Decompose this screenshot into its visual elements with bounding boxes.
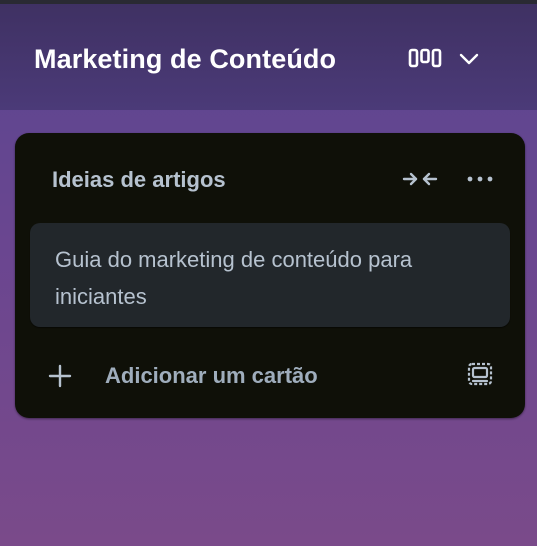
plus-icon	[48, 364, 72, 388]
list-more-options-button[interactable]	[463, 164, 497, 194]
list-title[interactable]: Ideias de artigos	[52, 167, 226, 193]
collapse-icon	[402, 172, 438, 186]
board-view-icon	[408, 48, 442, 68]
board-view-switcher[interactable]	[404, 42, 494, 78]
board-header: Marketing de Conteúdo	[0, 4, 537, 110]
board-title[interactable]: Marketing de Conteúdo	[34, 44, 336, 75]
collapse-list-button[interactable]	[400, 164, 440, 194]
add-card-label: Adicionar um cartão	[105, 363, 318, 388]
add-card-button[interactable]: Adicionar um cartão	[30, 351, 430, 401]
list-column: Ideias de artigos Guia do marketing de c…	[15, 133, 525, 418]
chevron-down-icon	[459, 53, 479, 65]
more-options-icon	[467, 176, 493, 182]
card-template-icon	[467, 362, 493, 386]
card[interactable]: Guia do marketing de conteúdo para inici…	[30, 223, 510, 327]
card-title: Guia do marketing de conteúdo para inici…	[55, 247, 413, 309]
create-from-template-button[interactable]	[460, 355, 500, 395]
